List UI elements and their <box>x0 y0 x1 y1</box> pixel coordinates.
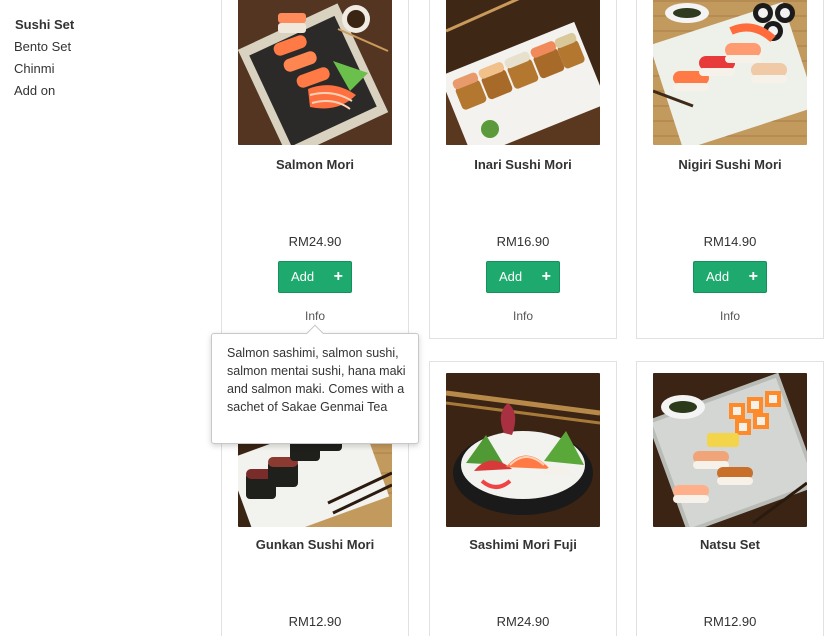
product-name: Inari Sushi Mori <box>474 157 572 172</box>
product-price: RM24.90 <box>288 234 342 249</box>
product-name: Salmon Mori <box>275 157 354 172</box>
product-price: RM12.90 <box>703 614 757 629</box>
product-image-sashimi-mori-fuji[interactable] <box>446 373 600 527</box>
plus-icon: + <box>541 268 551 285</box>
product-name: Sashimi Mori Fuji <box>469 537 577 552</box>
product-name: Nigiri Sushi Mori <box>678 157 782 172</box>
product-name: Natsu Set <box>700 537 760 552</box>
product-image-nigiri-sushi-mori[interactable] <box>653 0 807 145</box>
info-tooltip: Salmon sashimi, salmon sushi, salmon men… <box>211 324 419 444</box>
info-link[interactable]: Info <box>222 309 408 323</box>
product-card: Natsu Set RM12.90 <box>636 361 824 636</box>
tooltip-text: Salmon sashimi, salmon sushi, salmon men… <box>227 346 406 414</box>
product-price: RM12.90 <box>288 614 342 629</box>
product-price: RM14.90 <box>703 234 757 249</box>
sidebar-item-add-on[interactable]: Add on <box>0 82 200 104</box>
product-price: RM24.90 <box>496 614 550 629</box>
info-link[interactable]: Info <box>430 309 616 323</box>
product-image-salmon-mori[interactable] <box>238 0 392 145</box>
add-button-label: Add <box>499 269 523 284</box>
sidebar-item-bento-set[interactable]: Bento Set <box>0 38 200 60</box>
add-to-cart-button[interactable]: Add + <box>486 261 560 293</box>
add-button-label: Add <box>291 269 315 284</box>
category-sidebar: Sushi Set Bento Set Chinmi Add on <box>0 0 200 104</box>
plus-icon: + <box>333 268 343 285</box>
add-button-label: Add <box>706 269 730 284</box>
info-link[interactable]: Info <box>637 309 823 323</box>
product-card: Nigiri Sushi Mori RM14.90 Add + Info <box>636 0 824 339</box>
sidebar-item-sushi-set[interactable]: Sushi Set <box>0 16 200 38</box>
sidebar-item-chinmi[interactable]: Chinmi <box>0 60 200 82</box>
product-image-natsu-set[interactable] <box>653 373 807 527</box>
product-name: Gunkan Sushi Mori <box>255 537 375 552</box>
product-card: Sashimi Mori Fuji RM24.90 <box>429 361 617 636</box>
add-to-cart-button[interactable]: Add + <box>278 261 352 293</box>
plus-icon: + <box>748 268 758 285</box>
product-card: Salmon Mori RM24.90 Add + Info <box>221 0 409 339</box>
product-card: Inari Sushi Mori RM16.90 Add + Info <box>429 0 617 339</box>
add-to-cart-button[interactable]: Add + <box>693 261 767 293</box>
product-price: RM16.90 <box>496 234 550 249</box>
product-image-inari-sushi-mori[interactable] <box>446 0 600 145</box>
